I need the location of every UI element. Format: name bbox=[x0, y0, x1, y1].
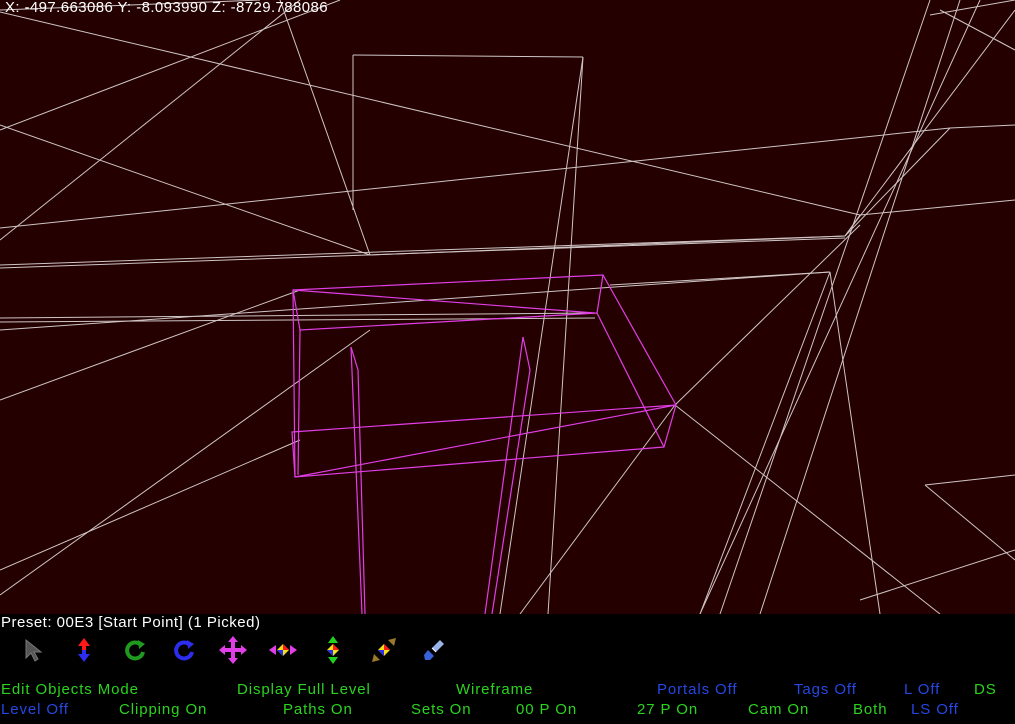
move-all-directions-icon bbox=[219, 636, 247, 664]
scale-vertical-tool-button[interactable] bbox=[319, 636, 347, 664]
status-tags[interactable]: Tags Off bbox=[794, 681, 857, 698]
status-both[interactable]: Both bbox=[853, 701, 887, 718]
status-sets[interactable]: Sets On bbox=[411, 701, 472, 718]
status-cam[interactable]: Cam On bbox=[748, 701, 809, 718]
level-wireframe bbox=[0, 0, 1015, 614]
scale-diagonal-icon bbox=[372, 638, 396, 662]
move-all-tool-button[interactable] bbox=[219, 636, 247, 664]
scale-horizontal-icon bbox=[269, 644, 297, 656]
status-edit-mode[interactable]: Edit Objects Mode bbox=[1, 681, 139, 698]
editor-panel: Preset: 00E3 [Start Point] (1 Picked) Ed… bbox=[0, 614, 1015, 724]
rotate-blue-icon bbox=[174, 640, 194, 661]
status-27p[interactable]: 27 P On bbox=[637, 701, 698, 718]
status-l[interactable]: L Off bbox=[904, 681, 940, 698]
3d-viewport[interactable]: X: -497.663086 Y: -8.093990 Z: -8729.788… bbox=[0, 0, 1015, 614]
selected-object-wireframe bbox=[291, 274, 677, 614]
rotate-green-tool-button[interactable] bbox=[121, 636, 149, 664]
wireframe-scene bbox=[0, 0, 1015, 614]
status-render-mode[interactable]: Wireframe bbox=[456, 681, 533, 698]
scale-diagonal-tool-button[interactable] bbox=[370, 636, 398, 664]
status-portals[interactable]: Portals Off bbox=[657, 681, 737, 698]
status-ds[interactable]: DS bbox=[974, 681, 997, 698]
move-vertical-tool-button[interactable] bbox=[70, 636, 98, 664]
scale-vertical-icon bbox=[327, 636, 339, 664]
select-arrow-icon bbox=[25, 638, 43, 662]
status-clipping[interactable]: Clipping On bbox=[119, 701, 207, 718]
status-paths[interactable]: Paths On bbox=[283, 701, 353, 718]
rotate-blue-tool-button[interactable] bbox=[170, 636, 198, 664]
select-tool-button[interactable] bbox=[20, 636, 48, 664]
status-ls[interactable]: LS Off bbox=[911, 701, 959, 718]
status-display-level[interactable]: Display Full Level bbox=[237, 681, 371, 698]
preset-info: Preset: 00E3 [Start Point] (1 Picked) bbox=[1, 614, 261, 631]
move-vertical-arrows-icon bbox=[78, 638, 90, 662]
scale-horizontal-tool-button[interactable] bbox=[269, 636, 297, 664]
camera-coordinates: X: -497.663086 Y: -8.093990 Z: -8729.788… bbox=[5, 0, 329, 16]
status-00p[interactable]: 00 P On bbox=[516, 701, 577, 718]
paint-tool-button[interactable] bbox=[420, 636, 448, 664]
rotate-green-icon bbox=[125, 640, 145, 661]
status-level[interactable]: Level Off bbox=[1, 701, 69, 718]
paint-brush-icon bbox=[424, 640, 444, 660]
